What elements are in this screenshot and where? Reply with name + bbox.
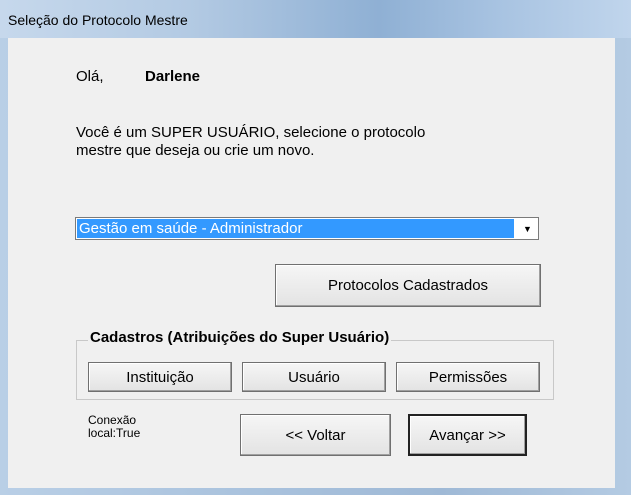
dialog-window: Seleção do Protocolo Mestre Olá, Darlene… bbox=[0, 0, 631, 495]
window-title: Seleção do Protocolo Mestre bbox=[8, 12, 188, 28]
instituicao-button[interactable]: Instituição bbox=[88, 362, 232, 392]
instruction-line-2: mestre que deseja ou crie um novo. bbox=[76, 142, 315, 159]
instruction-message: Você é um SUPER USUÁRIO, selecione o pro… bbox=[76, 124, 425, 160]
protocol-select-value: Gestão em saúde - Administrador bbox=[77, 219, 514, 238]
permissoes-button[interactable]: Permissões bbox=[396, 362, 540, 392]
avancar-button[interactable]: Avançar >> bbox=[408, 414, 527, 456]
voltar-button[interactable]: << Voltar bbox=[240, 414, 391, 456]
connection-status: Conexão local:True bbox=[88, 414, 140, 440]
instruction-line-1: Você é um SUPER USUÁRIO, selecione o pro… bbox=[76, 124, 426, 141]
username-label: Darlene bbox=[145, 68, 201, 85]
connection-status-line-2: local:True bbox=[88, 426, 141, 440]
usuario-button[interactable]: Usuário bbox=[242, 362, 386, 392]
protocolos-cadastrados-button[interactable]: Protocolos Cadastrados bbox=[275, 264, 541, 307]
protocol-select[interactable]: Gestão em saúde - Administrador ▼ bbox=[75, 217, 539, 240]
title-bar[interactable]: Seleção do Protocolo Mestre bbox=[0, 0, 631, 38]
chevron-down-icon[interactable]: ▼ bbox=[518, 219, 537, 238]
greeting-label: Olá, bbox=[76, 68, 104, 85]
cadastros-legend: Cadastros (Atribuições do Super Usuário) bbox=[88, 329, 392, 346]
